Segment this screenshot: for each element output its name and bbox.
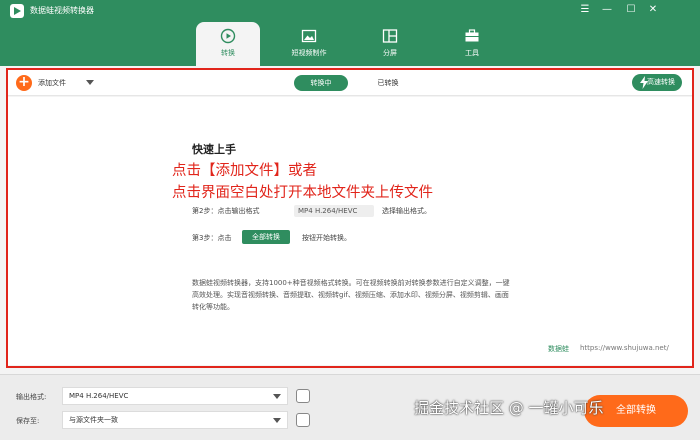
save-to-value: 与源文件夹一致 [69, 416, 118, 424]
save-to-label: 保存至: [16, 417, 40, 425]
menu-icon[interactable]: ☰ [578, 3, 592, 17]
split-icon [382, 29, 398, 43]
tab-tools[interactable]: 工具 [440, 22, 504, 66]
close-icon[interactable]: ✕ [646, 3, 660, 17]
tab-short-video[interactable]: 短视频制作 [277, 22, 341, 66]
app-logo-icon [10, 4, 24, 18]
folder-icon[interactable] [296, 413, 310, 427]
app-title: 数据蛙视频转换器 [30, 6, 94, 15]
title-bar: 数据蛙视频转换器 ☰ — ☐ ✕ 转换 短视频制作 分屏 工具 [0, 0, 700, 66]
tab-label: 分屏 [383, 49, 397, 57]
chevron-down-icon [273, 418, 281, 423]
maximize-icon[interactable]: ☐ [624, 3, 638, 17]
annotation-highlight-box [6, 68, 694, 368]
minimize-icon[interactable]: — [600, 3, 614, 17]
bottom-bar: 输出格式: MP4 H.264/HEVC 保存至: 与源文件夹一致 全部转换 掘… [0, 374, 700, 440]
tab-label: 转换 [221, 49, 235, 57]
main-panel: + 添加文件 转换中 已转换 高速转换 快速上手 第2步：点击输出格式 MP4 … [0, 66, 700, 374]
output-format-label: 输出格式: [16, 393, 47, 401]
tab-convert[interactable]: 转换 [196, 22, 260, 66]
tab-label: 短视频制作 [291, 49, 327, 57]
chevron-down-icon [273, 394, 281, 399]
output-format-select[interactable]: MP4 H.264/HEVC [62, 387, 288, 405]
toolbox-icon [465, 29, 479, 42]
convert-icon [220, 28, 236, 44]
save-to-select[interactable]: 与源文件夹一致 [62, 411, 288, 429]
tab-split-screen[interactable]: 分屏 [358, 22, 422, 66]
format-settings-icon[interactable] [296, 389, 310, 403]
tab-label: 工具 [465, 49, 479, 57]
image-icon [301, 29, 317, 43]
output-format-value: MP4 H.264/HEVC [69, 392, 129, 400]
watermark-text: 掘金技术社区 @ 一罐小可乐 [414, 399, 604, 417]
